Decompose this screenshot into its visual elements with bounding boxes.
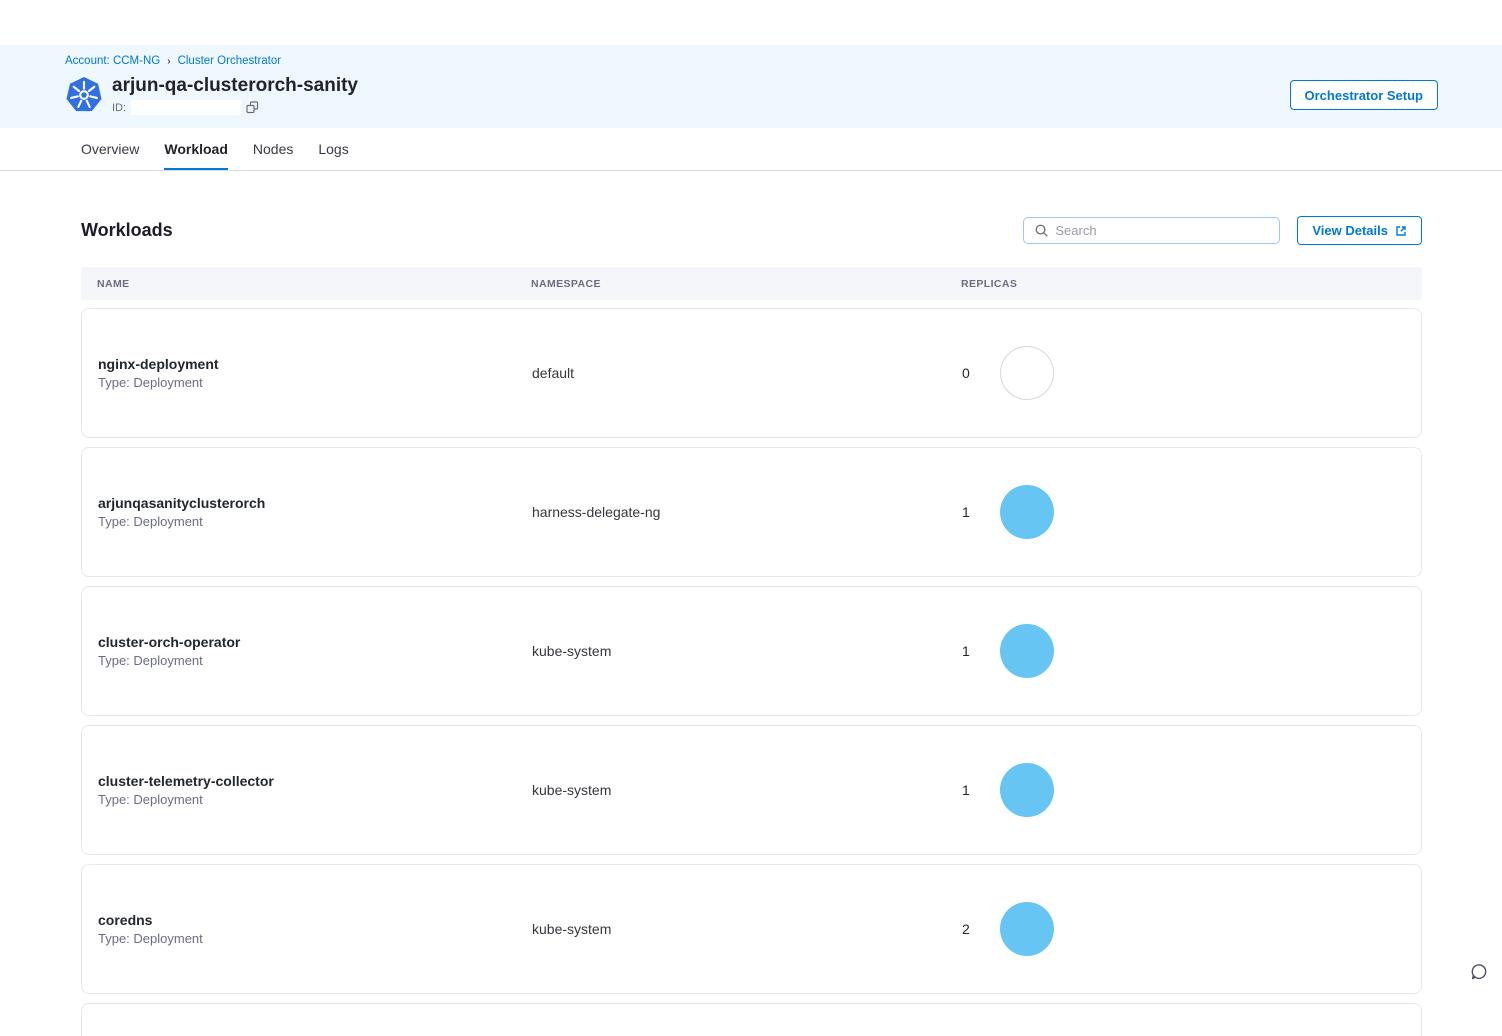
- breadcrumb-section-link[interactable]: Cluster Orchestrator: [178, 55, 282, 67]
- search-input[interactable]: [1055, 223, 1269, 238]
- tab-bar: Overview Workload Nodes Logs: [0, 128, 1502, 171]
- replica-count: 2: [962, 921, 974, 937]
- workload-type: Type: Deployment: [98, 653, 532, 668]
- replica-status-circle: [1000, 346, 1054, 400]
- kubernetes-icon: [65, 76, 103, 114]
- table-row[interactable]: nginx-deployment Type: Deployment defaul…: [81, 308, 1422, 438]
- workloads-toolbar: Workloads View Details: [81, 216, 1422, 245]
- view-details-label: View Details: [1312, 223, 1388, 238]
- workload-namespace: kube-system: [532, 643, 962, 659]
- replica-count: 1: [962, 643, 974, 659]
- column-header-replicas: REPLICAS: [961, 278, 1422, 290]
- replica-count: 0: [962, 365, 974, 381]
- table-row[interactable]: cluster-telemetry-collector Type: Deploy…: [81, 725, 1422, 855]
- workload-type: Type: Deployment: [98, 514, 532, 529]
- replica-status-circle: [1000, 763, 1054, 817]
- workloads-table: nginx-deployment Type: Deployment defaul…: [81, 308, 1422, 1036]
- cluster-id-redacted: [131, 100, 241, 115]
- cluster-id-label: ID:: [112, 102, 126, 114]
- help-chat-icon[interactable]: [1470, 963, 1488, 986]
- replica-count: 1: [962, 504, 974, 520]
- workload-type: Type: Deployment: [98, 931, 532, 946]
- workload-name: arjunqasanityclusterorch: [98, 495, 532, 511]
- view-details-button[interactable]: View Details: [1297, 216, 1422, 245]
- breadcrumb-account-link[interactable]: Account: CCM-NG: [65, 55, 160, 67]
- workload-namespace: kube-system: [532, 921, 962, 937]
- tab-logs[interactable]: Logs: [318, 128, 348, 170]
- column-header-namespace: NAMESPACE: [531, 278, 961, 290]
- table-row[interactable]: arjunqasanityclusterorch Type: Deploymen…: [81, 447, 1422, 577]
- workload-name: cluster-orch-operator: [98, 634, 532, 650]
- replica-status-circle: [1000, 624, 1054, 678]
- workload-namespace: default: [532, 365, 962, 381]
- workload-name: nginx-deployment: [98, 356, 532, 372]
- top-whitespace: [0, 0, 1502, 45]
- page-title: arjun-qa-clusterorch-sanity: [112, 75, 358, 97]
- tab-workload[interactable]: Workload: [164, 128, 228, 170]
- orchestrator-setup-button[interactable]: Orchestrator Setup: [1290, 80, 1438, 110]
- workload-name: cluster-telemetry-collector: [98, 773, 532, 789]
- workloads-title: Workloads: [81, 220, 173, 241]
- copy-icon[interactable]: [246, 101, 259, 114]
- workload-namespace: harness-delegate-ng: [532, 504, 962, 520]
- table-row-partial[interactable]: [81, 1003, 1422, 1036]
- tab-nodes[interactable]: Nodes: [253, 128, 293, 170]
- workload-name: coredns: [98, 912, 532, 928]
- page-header: Account: CCM-NG › Cluster Orchestrator: [0, 45, 1502, 128]
- breadcrumb: Account: CCM-NG › Cluster Orchestrator: [65, 55, 1438, 67]
- workloads-panel: Workloads View Details: [0, 171, 1502, 1036]
- search-box: [1023, 217, 1280, 244]
- header-title-row: arjun-qa-clusterorch-sanity ID: Orchestr…: [65, 75, 1438, 115]
- workload-namespace: kube-system: [532, 782, 962, 798]
- external-link-icon: [1395, 225, 1407, 237]
- replica-status-circle: [1000, 902, 1054, 956]
- workload-type: Type: Deployment: [98, 792, 532, 807]
- table-row[interactable]: coredns Type: Deployment kube-system 2: [81, 864, 1422, 994]
- column-header-name: NAME: [97, 278, 531, 290]
- tab-overview[interactable]: Overview: [81, 128, 139, 170]
- replica-status-circle: [1000, 485, 1054, 539]
- table-header: NAME NAMESPACE REPLICAS: [81, 267, 1422, 300]
- search-icon: [1034, 223, 1049, 238]
- replica-count: 1: [962, 782, 974, 798]
- table-row[interactable]: cluster-orch-operator Type: Deployment k…: [81, 586, 1422, 716]
- breadcrumb-separator-icon: ›: [167, 56, 170, 67]
- workload-type: Type: Deployment: [98, 375, 532, 390]
